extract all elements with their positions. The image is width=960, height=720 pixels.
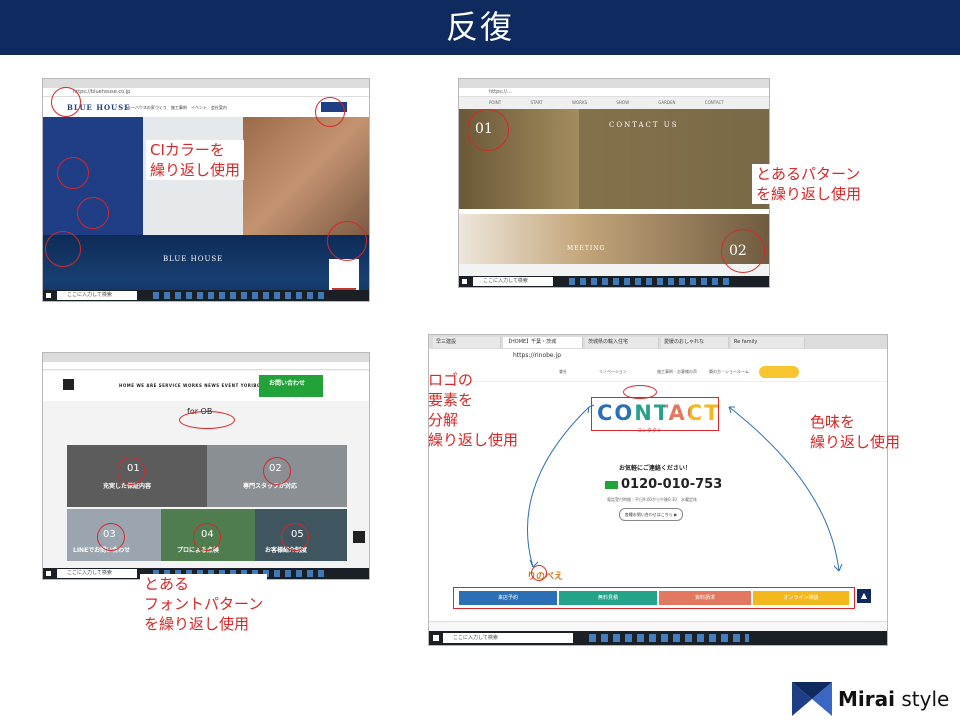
taskbar: ここに入力して検索 — [43, 290, 369, 301]
highlight-circle — [721, 229, 765, 273]
contact-cta[interactable]: お問い合わせ — [259, 375, 323, 397]
address-bar[interactable]: https://... — [459, 88, 769, 97]
highlight-circle — [57, 157, 89, 189]
windows-icon[interactable] — [433, 635, 439, 641]
highlight-box — [453, 587, 855, 609]
contact-cta-label: お問い合わせ — [269, 380, 306, 387]
annotation-pattern: とあるパターン を繰り返し使用 — [752, 164, 866, 204]
windows-icon[interactable] — [46, 293, 51, 298]
screenshot-bluehouse: https://bluehouse.co.jp BLUE HOUSE ブルーハウ… — [42, 78, 370, 302]
highlight-circle — [193, 523, 221, 551]
highlight-circle — [263, 457, 291, 485]
brand-mark-icon — [792, 682, 832, 716]
annotation-color-tone: 色味を 繰り返し使用 — [810, 413, 901, 451]
highlight-circle — [77, 197, 109, 229]
browser-tabbar — [43, 79, 369, 88]
highlight-circle — [97, 523, 125, 551]
highlight-circle — [51, 87, 81, 117]
highlight-circle — [327, 221, 367, 261]
slide-title: 反復 — [445, 8, 514, 46]
site-logo-icon[interactable] — [63, 379, 74, 390]
footer-title: BLUE HOUSE — [163, 255, 224, 263]
highlight-circle — [531, 565, 547, 581]
scroll-top-button[interactable] — [353, 531, 365, 543]
annotation-ci-color: CIカラーを 繰り返し使用 — [146, 140, 245, 180]
screenshot-for-ob: HOME WE ARE SERVICE WORKS NEWS EVENT YOR… — [42, 352, 370, 580]
mirai-style-logo: Mirai style — [792, 682, 949, 716]
site-nav-items[interactable]: ブルーハウスの家づくり 施工事例 イベント 会社案内 — [123, 105, 231, 111]
slide-header: 反復 — [0, 0, 960, 55]
taskbar-search[interactable]: ここに入力して検索 — [57, 569, 137, 578]
meeting-heading: MEETING — [567, 245, 606, 252]
taskbar-search[interactable]: ここに入力して検索 — [57, 291, 137, 300]
taskbar-search[interactable]: ここに入力して検索 — [443, 633, 573, 643]
site-nav: HOME WE ARE SERVICE WORKS NEWS EVENT YOR… — [43, 371, 369, 401]
brand-name: Mirai style — [838, 687, 950, 711]
taskbar-app-icons[interactable] — [569, 278, 729, 285]
highlight-circle — [467, 109, 509, 151]
house-photo — [243, 117, 369, 235]
taskbar-app-icons[interactable] — [153, 292, 329, 299]
windows-icon[interactable] — [462, 279, 467, 284]
taskbar: ここに入力して検索 — [459, 276, 769, 287]
download-bar — [429, 621, 887, 631]
contact-heading: CONTACT US — [609, 121, 679, 129]
highlight-circle — [117, 457, 145, 485]
back-to-top-button[interactable]: ▲ — [857, 589, 871, 603]
site-nav[interactable]: POINT START WORKS SHOW GARDEN CONTACT — [459, 97, 769, 109]
browser-tabbar — [43, 353, 369, 362]
address-bar[interactable]: https://bluehouse.co.jp — [43, 88, 369, 97]
screenshot-contact-pattern: https://... POINT START WORKS SHOW GARDE… — [458, 78, 770, 288]
taskbar-search[interactable]: ここに入力して検索 — [473, 277, 553, 286]
highlight-circle — [315, 97, 345, 127]
address-bar[interactable] — [43, 362, 369, 370]
taskbar: ここに入力して検索 — [429, 631, 887, 645]
windows-icon[interactable] — [46, 571, 51, 576]
browser-tabbar — [459, 79, 769, 88]
annotation-logo-elements: ロゴの 要素を 分解 繰り返し使用 — [428, 371, 519, 449]
taskbar-app-icons[interactable] — [589, 634, 749, 642]
highlight-ellipse — [179, 411, 235, 429]
highlight-circle — [45, 231, 81, 267]
highlight-circle — [281, 523, 309, 551]
annotation-font-pattern: とある フォントパターン を繰り返し使用 — [140, 574, 268, 634]
